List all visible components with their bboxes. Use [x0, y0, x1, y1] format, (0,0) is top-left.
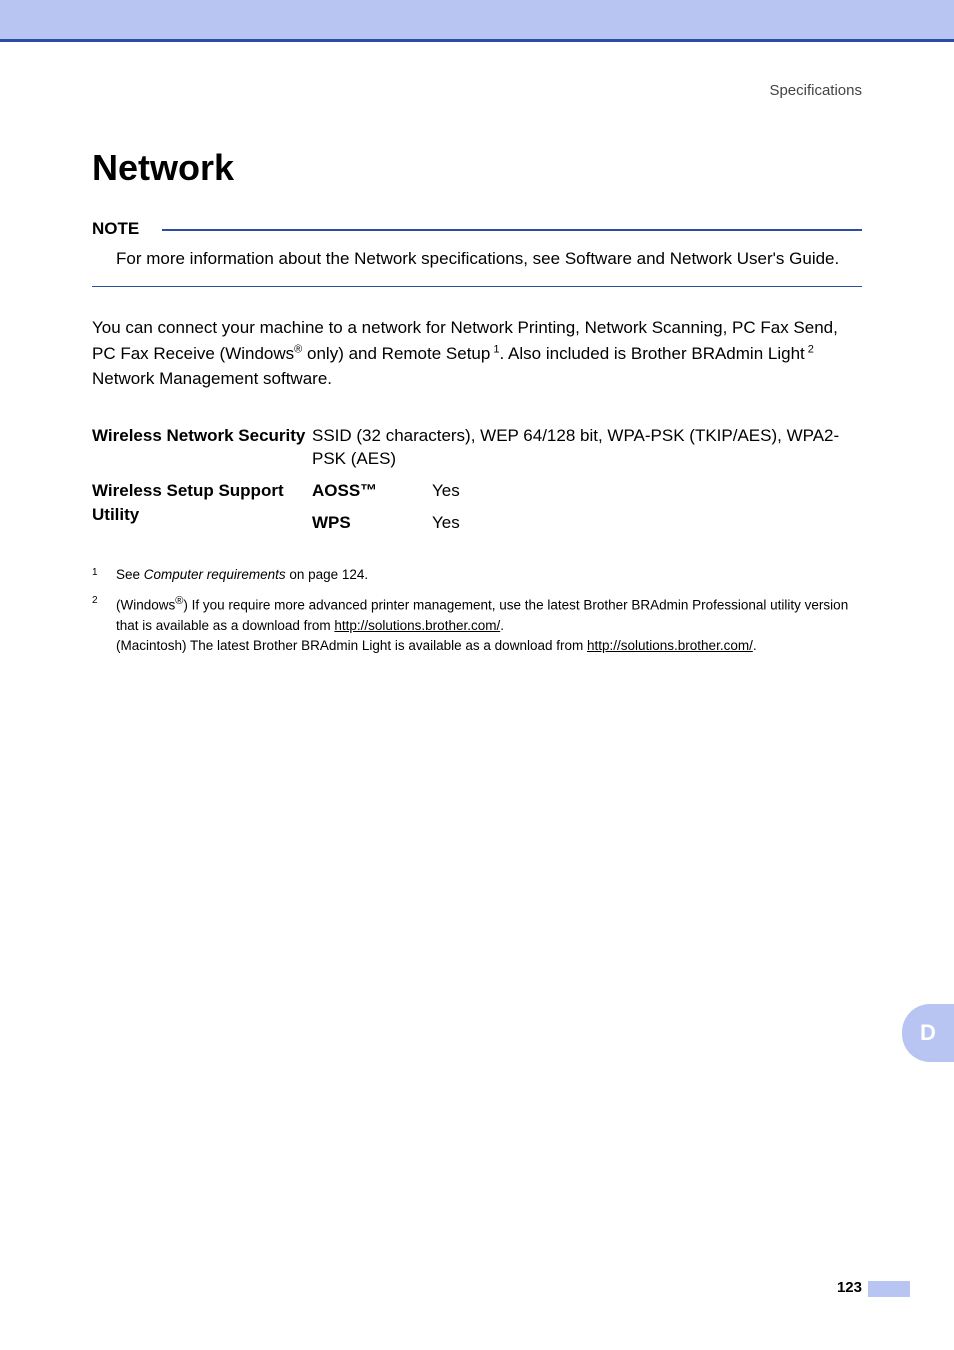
fn2-link2[interactable]: http://solutions.brother.com/ [587, 638, 753, 653]
fn1-italic: Computer requirements [144, 567, 286, 582]
footnote-2: 2 (Windows®) If you require more advance… [92, 593, 862, 656]
footnote-ref-1[interactable]: 1 [490, 343, 499, 355]
page-title: Network [92, 147, 862, 189]
fn2-part4: (Macintosh) The latest Brother BRAdmin L… [116, 638, 587, 653]
spec-value-security: SSID (32 characters), WEP 64/128 bit, WP… [312, 420, 862, 476]
note-divider-bottom [92, 286, 862, 288]
note-label: NOTE [92, 219, 149, 239]
spec-value-wps: Yes [432, 507, 862, 539]
page-number: 123 [837, 1279, 862, 1296]
intro-text-2: only) and Remote Setup [302, 344, 490, 363]
footnote-number: 1 [92, 565, 116, 585]
chapter-tab[interactable]: D [902, 1004, 954, 1062]
spec-sublabel-aoss: AOSS™ [312, 475, 432, 507]
fn2-part5: . [753, 638, 757, 653]
note-text: For more information about the Network s… [92, 239, 862, 272]
note-block: NOTE For more information about the Netw… [92, 219, 862, 287]
fn2-link1[interactable]: http://solutions.brother.com/ [334, 618, 500, 633]
spec-value-aoss: Yes [432, 475, 862, 507]
intro-text-4: Network Management software. [92, 369, 332, 388]
header-section-label: Specifications [0, 42, 954, 99]
spec-table: Wireless Network Security SSID (32 chara… [92, 420, 862, 539]
top-accent-bar [0, 0, 954, 42]
spec-label-security: Wireless Network Security [92, 420, 312, 476]
intro-paragraph: You can connect your machine to a networ… [92, 315, 862, 392]
fn1-suffix: on page 124. [286, 567, 369, 582]
footnotes: 1 See Computer requirements on page 124.… [92, 565, 862, 657]
footnote-text: See Computer requirements on page 124. [116, 565, 862, 585]
footnote-text: (Windows®) If you require more advanced … [116, 593, 862, 656]
table-row: Wireless Setup Support Utility AOSS™ Yes [92, 475, 862, 507]
table-row: Wireless Network Security SSID (32 chara… [92, 420, 862, 476]
spec-label-setup: Wireless Setup Support Utility [92, 475, 312, 539]
note-divider-top [162, 229, 862, 231]
fn1-prefix: See [116, 567, 144, 582]
spec-sublabel-wps: WPS [312, 507, 432, 539]
fn2-part3: . [500, 618, 504, 633]
footnote-number: 2 [92, 593, 116, 656]
page-content: Network NOTE For more information about … [0, 99, 954, 656]
intro-text-3: . Also included is Brother BRAdmin Light [500, 344, 805, 363]
fn2-part1: (Windows [116, 598, 175, 613]
footnote-1: 1 See Computer requirements on page 124. [92, 565, 862, 585]
footnote-ref-2[interactable]: 2 [805, 343, 814, 355]
page-number-accent [868, 1281, 910, 1297]
